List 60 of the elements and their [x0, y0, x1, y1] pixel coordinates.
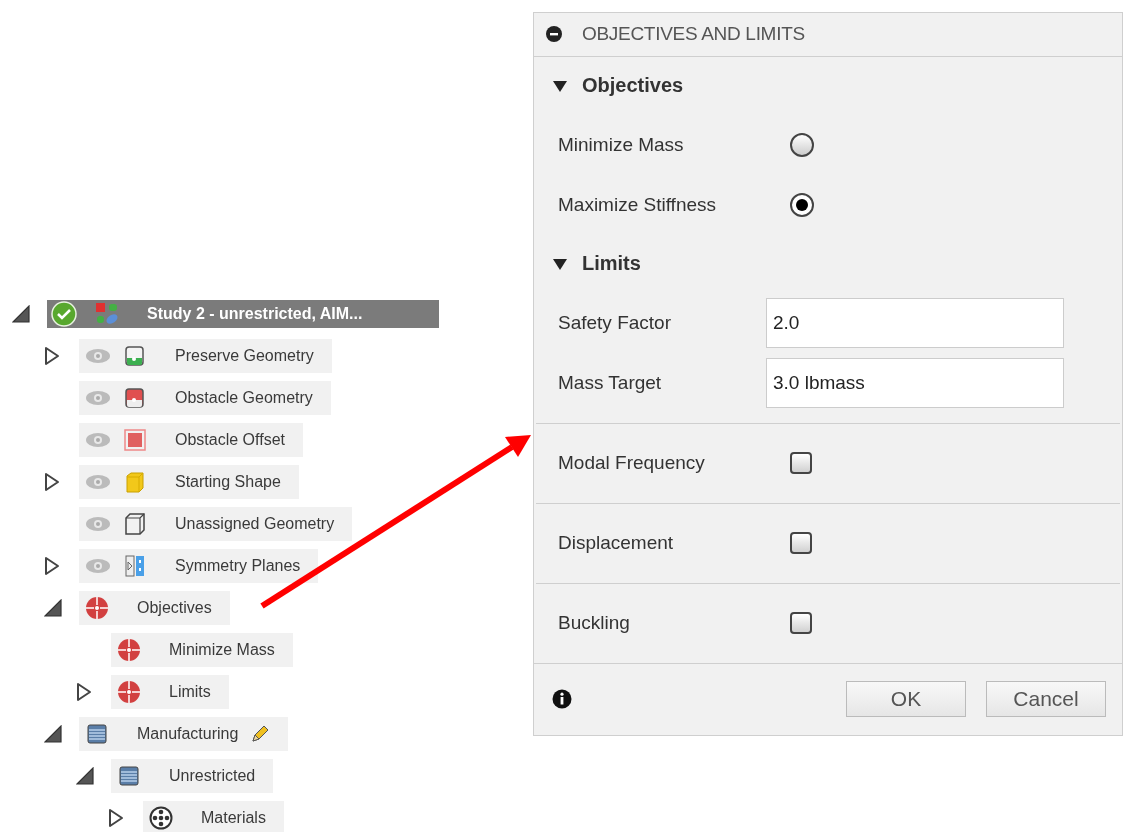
cube-icon: [123, 344, 147, 368]
input-field[interactable]: 3.0 lbmass: [766, 357, 1064, 408]
tree-node[interactable]: Minimize Mass: [111, 633, 293, 667]
expanded-triangle-icon[interactable]: [552, 78, 568, 93]
tree-node[interactable]: Objectives: [79, 591, 230, 625]
tree-node[interactable]: Unassigned Geometry: [79, 507, 353, 541]
field-label: Minimize Mass: [558, 133, 685, 156]
checkbox[interactable]: [790, 532, 812, 554]
collapsed-triangle-icon[interactable]: [44, 346, 60, 366]
checkmark-icon: [51, 301, 77, 327]
field-label: Buckling: [558, 612, 631, 634]
expanded-triangle-icon[interactable]: [12, 305, 30, 323]
sphere-icon: [149, 806, 173, 830]
radio-button[interactable]: [790, 132, 814, 157]
tree-node[interactable]: Preserve Geometry: [79, 339, 332, 373]
tree-node[interactable]: Study 2 - unrestricted, AIM...: [47, 300, 439, 328]
cube-icon: [123, 428, 147, 452]
dialog-button[interactable]: Cancel: [986, 681, 1106, 718]
dialog-button[interactable]: OK: [846, 681, 966, 718]
layers-icon: [85, 722, 109, 746]
field-label: Modal Frequency: [558, 452, 706, 474]
checkbox[interactable]: [790, 612, 812, 634]
checkbox[interactable]: [790, 452, 812, 474]
collapsed-triangle-icon[interactable]: [108, 808, 124, 828]
radio-button[interactable]: [790, 192, 814, 217]
section-title[interactable]: Limits: [582, 252, 641, 275]
collapse-icon[interactable]: [546, 26, 562, 43]
expanded-triangle-icon[interactable]: [44, 599, 62, 617]
expanded-triangle-icon[interactable]: [44, 725, 62, 743]
collapsed-triangle-icon[interactable]: [44, 472, 60, 492]
info-icon[interactable]: [552, 689, 572, 710]
expanded-triangle-icon[interactable]: [552, 256, 568, 271]
cube-icon: [123, 470, 147, 494]
field-label: Safety Factor: [558, 311, 672, 334]
tree-node[interactable]: Obstacle Geometry: [79, 381, 331, 415]
cube-icon: [123, 512, 147, 536]
panel-title: OBJECTIVES AND LIMITS: [582, 23, 805, 46]
field-label: Mass Target: [558, 371, 663, 394]
pencil-icon[interactable]: [250, 724, 271, 744]
tree-node[interactable]: Starting Shape: [79, 465, 299, 499]
collapsed-triangle-icon[interactable]: [76, 682, 92, 702]
section-title[interactable]: Objectives: [582, 74, 684, 97]
target-icon: [85, 596, 109, 620]
tree-node[interactable]: Manufacturing: [79, 717, 289, 751]
expanded-triangle-icon[interactable]: [76, 767, 94, 785]
input-field[interactable]: 2.0: [766, 297, 1064, 348]
tree-node[interactable]: Symmetry Planes: [79, 549, 319, 583]
plane-icon: [123, 554, 147, 578]
collapsed-triangle-icon[interactable]: [44, 556, 60, 576]
target-icon: [117, 638, 141, 662]
layers-icon: [117, 764, 141, 788]
grid-icon: [95, 302, 119, 326]
cube-icon: [123, 386, 147, 410]
field-label: Displacement: [558, 532, 675, 554]
tree-node[interactable]: Unrestricted: [111, 759, 274, 793]
tree-node[interactable]: Limits: [111, 675, 229, 709]
tree-node[interactable]: Materials: [143, 801, 284, 832]
tree-node[interactable]: Obstacle Offset: [79, 423, 303, 457]
field-label: Maximize Stiffness: [558, 193, 718, 216]
target-icon: [117, 680, 141, 704]
